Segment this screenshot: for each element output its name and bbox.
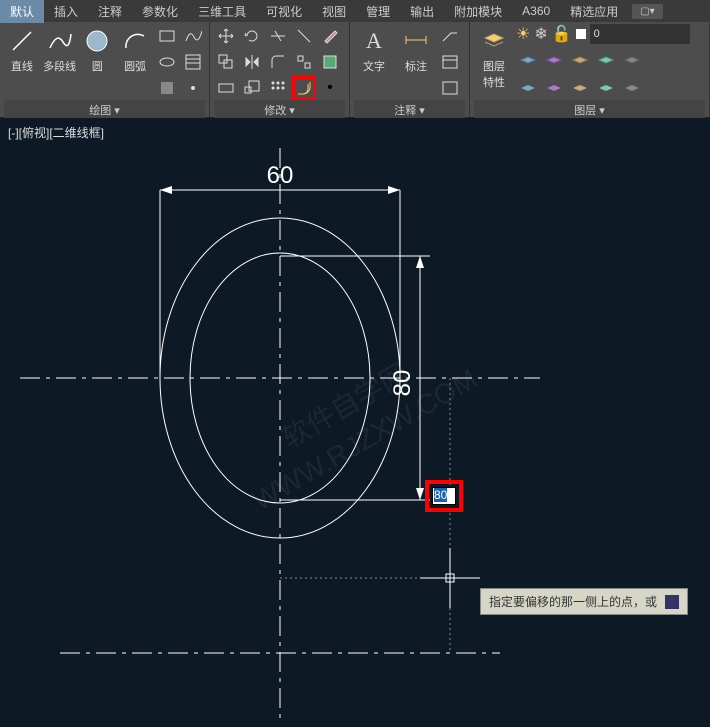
chamfer-icon[interactable] (318, 50, 342, 74)
tab-overflow[interactable]: ▢▾ (632, 4, 662, 19)
dim-side-text: 80 (389, 370, 416, 397)
fillet-icon[interactable] (266, 50, 290, 74)
tab-featured[interactable]: 精选应用 (560, 0, 628, 23)
tab-addins[interactable]: 附加模块 (444, 0, 512, 23)
panel-layer-title[interactable]: 图层 ▾ (474, 100, 705, 120)
color-swatch (576, 29, 586, 39)
point-icon[interactable] (181, 76, 205, 100)
panel-layer: 图层 特性 ☀ ❄ 🔓 0 (470, 22, 710, 117)
layer-a-icon[interactable] (516, 76, 540, 100)
table-icon[interactable] (438, 50, 462, 74)
panel-draw-title[interactable]: 绘图 ▾ (4, 100, 205, 120)
tab-a360[interactable]: A360 (512, 1, 560, 21)
scale-icon[interactable] (240, 76, 264, 100)
tab-view[interactable]: 视图 (312, 0, 356, 23)
panel-draw: 直线 多段线 圆 圆弧 (0, 22, 210, 117)
layer-props-button[interactable]: 图层 特性 (474, 24, 514, 90)
erase-icon[interactable] (318, 24, 342, 48)
layer-prev-icon[interactable] (568, 48, 592, 72)
dynamic-input[interactable]: 80 (432, 487, 456, 505)
tooltip-down-icon[interactable] (665, 595, 679, 609)
align-icon[interactable]: • (318, 76, 342, 100)
layer-props-icon (481, 28, 507, 54)
layer-off-icon[interactable] (620, 48, 644, 72)
offset-button[interactable] (292, 76, 316, 100)
copy-icon[interactable] (214, 50, 238, 74)
layer-make-icon[interactable] (516, 48, 540, 72)
tab-output[interactable]: 输出 (400, 0, 444, 23)
ribbon-tabs: 默认 插入 注释 参数化 三维工具 可视化 视图 管理 输出 附加模块 A360… (0, 0, 710, 22)
circle-button[interactable]: 圆 (80, 24, 116, 74)
layer-c-icon[interactable] (568, 76, 592, 100)
bulb-icon: ☀ (516, 24, 530, 44)
tab-visualize[interactable]: 可视化 (256, 0, 312, 23)
line-icon (9, 28, 35, 54)
lock-icon: 🔓 (552, 24, 572, 44)
command-tooltip: 指定要偏移的那一侧上的点，或 (480, 588, 688, 615)
panel-annot-title[interactable]: 注释 ▾ (354, 100, 465, 120)
polyline-label: 多段线 (43, 58, 76, 74)
drawing-canvas[interactable]: [-][俯视][二维线框] 60 80 软件自学网 WWW.RJZXW.COM (0, 118, 710, 727)
line-button[interactable]: 直线 (4, 24, 40, 74)
text-icon: A (361, 28, 387, 54)
hatch-icon[interactable] (181, 50, 205, 74)
text-button[interactable]: A 文字 (354, 24, 394, 74)
tab-insert[interactable]: 插入 (44, 0, 88, 23)
circle-icon (84, 28, 110, 54)
tab-3dtools[interactable]: 三维工具 (188, 0, 256, 23)
freeze-icon: ❄ (534, 24, 547, 44)
explode-icon[interactable] (292, 50, 316, 74)
tab-parametric[interactable]: 参数化 (132, 0, 188, 23)
tab-default[interactable]: 默认 (0, 0, 44, 23)
arc-button[interactable]: 圆弧 (117, 24, 153, 74)
layer-b-icon[interactable] (542, 76, 566, 100)
tooltip-text: 指定要偏移的那一侧上的点，或 (489, 593, 657, 610)
text-label: 文字 (363, 58, 385, 74)
dim-icon (403, 28, 429, 54)
move-icon[interactable] (214, 24, 238, 48)
circle-label: 圆 (92, 58, 103, 74)
panel-annot: A 文字 标注 注释 ▾ (350, 22, 470, 117)
polyline-button[interactable]: 多段线 (42, 24, 78, 74)
panel-modify-title[interactable]: 修改 ▾ (214, 100, 345, 120)
dim-top-text: 60 (267, 162, 294, 189)
ribbon: 直线 多段线 圆 圆弧 (0, 22, 710, 118)
line-label: 直线 (11, 58, 33, 74)
leader-icon[interactable] (438, 24, 462, 48)
mtext-icon[interactable] (438, 76, 462, 100)
dim-label: 标注 (405, 58, 427, 74)
ellipse-icon[interactable] (155, 50, 179, 74)
rotate-icon[interactable] (240, 24, 264, 48)
arc-label: 圆弧 (124, 58, 146, 74)
drawing-svg: 60 80 (0, 118, 710, 727)
layer-iso-icon[interactable] (594, 48, 618, 72)
spline-icon[interactable] (181, 24, 205, 48)
layer-props-label: 图层 特性 (483, 58, 505, 90)
mirror-icon[interactable] (240, 50, 264, 74)
layer-combo[interactable]: 0 (590, 24, 690, 44)
layer-e-icon[interactable] (620, 76, 644, 100)
layer-match-icon[interactable] (542, 48, 566, 72)
panel-modify: • 修改 ▾ (210, 22, 350, 117)
stretch-icon[interactable] (214, 76, 238, 100)
array-icon[interactable] (266, 76, 290, 100)
trim-icon[interactable] (266, 24, 290, 48)
tab-annotate[interactable]: 注释 (88, 0, 132, 23)
dynamic-input-highlight: 80 (425, 480, 463, 512)
extend-icon[interactable] (292, 24, 316, 48)
arc-icon (122, 28, 148, 54)
tab-manage[interactable]: 管理 (356, 0, 400, 23)
dim-button[interactable]: 标注 (396, 24, 436, 74)
layer-d-icon[interactable] (594, 76, 618, 100)
region-icon[interactable] (155, 76, 179, 100)
polyline-icon (47, 28, 73, 54)
rect-icon[interactable] (155, 24, 179, 48)
